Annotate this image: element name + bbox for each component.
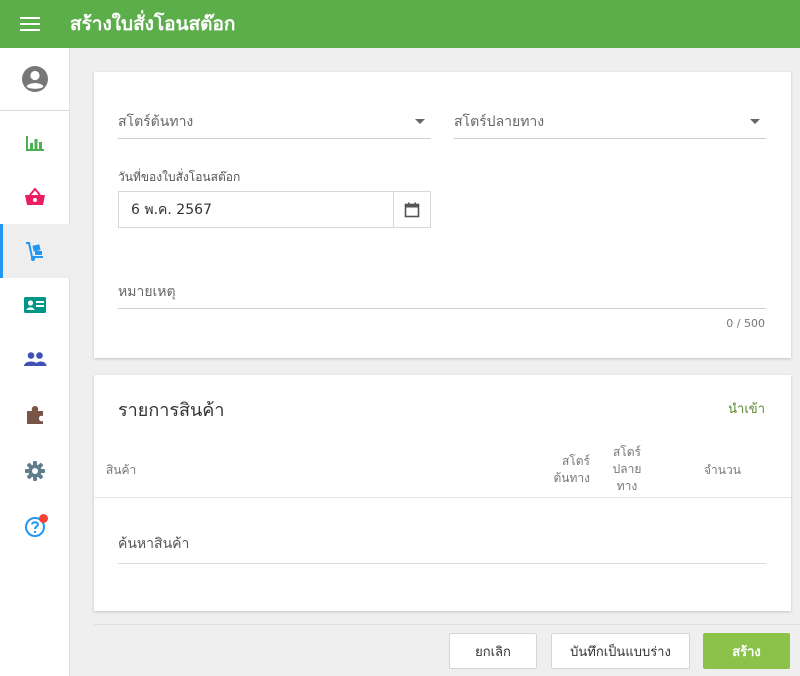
calendar-button[interactable] [393, 192, 430, 227]
sidebar-item-stock-transfer[interactable] [0, 224, 70, 278]
destination-store-select[interactable]: สโตร์ปลายทาง [454, 105, 766, 139]
product-search-placeholder: ค้นหาสินค้า [118, 535, 190, 552]
sidebar-item-help[interactable] [0, 500, 70, 554]
note-char-counter: 0 / 500 [726, 317, 765, 330]
column-header-source-line2: ต้นทาง [553, 471, 590, 485]
column-header-dest-line2: ปลาย [612, 462, 642, 476]
notification-dot [39, 514, 48, 523]
sidebar-item-customers[interactable] [0, 278, 70, 332]
chevron-down-icon [415, 119, 425, 124]
date-input[interactable]: 6 พ.ค. 2567 [119, 192, 393, 227]
dolly-icon [26, 242, 43, 261]
sidebar-item-settings[interactable] [0, 444, 70, 498]
column-header-destination-store: สโตร์ ปลาย ทาง [600, 444, 654, 495]
sidebar-item-addons[interactable] [0, 388, 70, 442]
sidebar-divider [0, 110, 70, 111]
cancel-button[interactable]: ยกเลิก [449, 633, 537, 669]
source-store-label: สโตร์ต้นทาง [118, 113, 194, 130]
sidebar-item-reports[interactable] [0, 116, 70, 170]
column-header-product: สินค้า [106, 463, 137, 477]
chevron-down-icon [750, 119, 760, 124]
transfer-details-card: สโตร์ต้นทาง สโตร์ปลายทาง วันที่ของใบสั่ง… [94, 72, 791, 358]
sidebar-item-staff[interactable] [0, 332, 70, 386]
menu-button[interactable] [0, 0, 60, 48]
column-header-dest-line1: สโตร์ [612, 445, 641, 459]
column-header-source-store: สโตร์ ต้นทาง [550, 453, 590, 487]
top-app-bar: สร้างใบสั่งโอนสต๊อก [0, 0, 800, 48]
save-draft-button[interactable]: บันทึกเป็นแบบร่าง [551, 633, 690, 669]
contact-card-icon [24, 297, 46, 313]
note-field[interactable]: หมายเหตุ [118, 275, 766, 309]
puzzle-icon [27, 406, 43, 424]
note-label: หมายเหตุ [118, 283, 176, 300]
column-header-source-line1: สโตร์ [561, 454, 590, 468]
product-search-field[interactable]: ค้นหาสินค้า [118, 524, 766, 564]
basket-icon [25, 187, 45, 205]
bar-chart-icon [26, 136, 44, 151]
items-section-title: รายการสินค้า [118, 400, 225, 421]
sidebar-item-account[interactable] [0, 52, 70, 106]
footer-divider [94, 624, 800, 625]
gear-icon [25, 461, 45, 481]
import-button[interactable]: นำเข้า [728, 398, 765, 419]
create-button[interactable]: สร้าง [703, 633, 790, 669]
people-icon [24, 352, 47, 366]
date-picker: 6 พ.ค. 2567 [118, 191, 431, 228]
destination-store-label: สโตร์ปลายทาง [454, 113, 545, 130]
date-label: วันที่ของใบสั่งโอนสต๊อก [118, 170, 241, 184]
hamburger-icon [20, 17, 40, 31]
page-title: สร้างใบสั่งโอนสต๊อก [70, 13, 236, 35]
source-store-select[interactable]: สโตร์ต้นทาง [118, 105, 431, 139]
account-circle-icon [22, 66, 48, 92]
column-header-dest-line3: ทาง [616, 479, 638, 493]
table-header-divider [94, 497, 791, 498]
sidebar-item-sales[interactable] [0, 170, 70, 224]
calendar-icon [404, 202, 420, 217]
sidebar [0, 48, 70, 676]
items-card: รายการสินค้า นำเข้า สินค้า สโตร์ ต้นทาง … [94, 375, 791, 611]
column-header-quantity: จำนวน [704, 463, 741, 477]
